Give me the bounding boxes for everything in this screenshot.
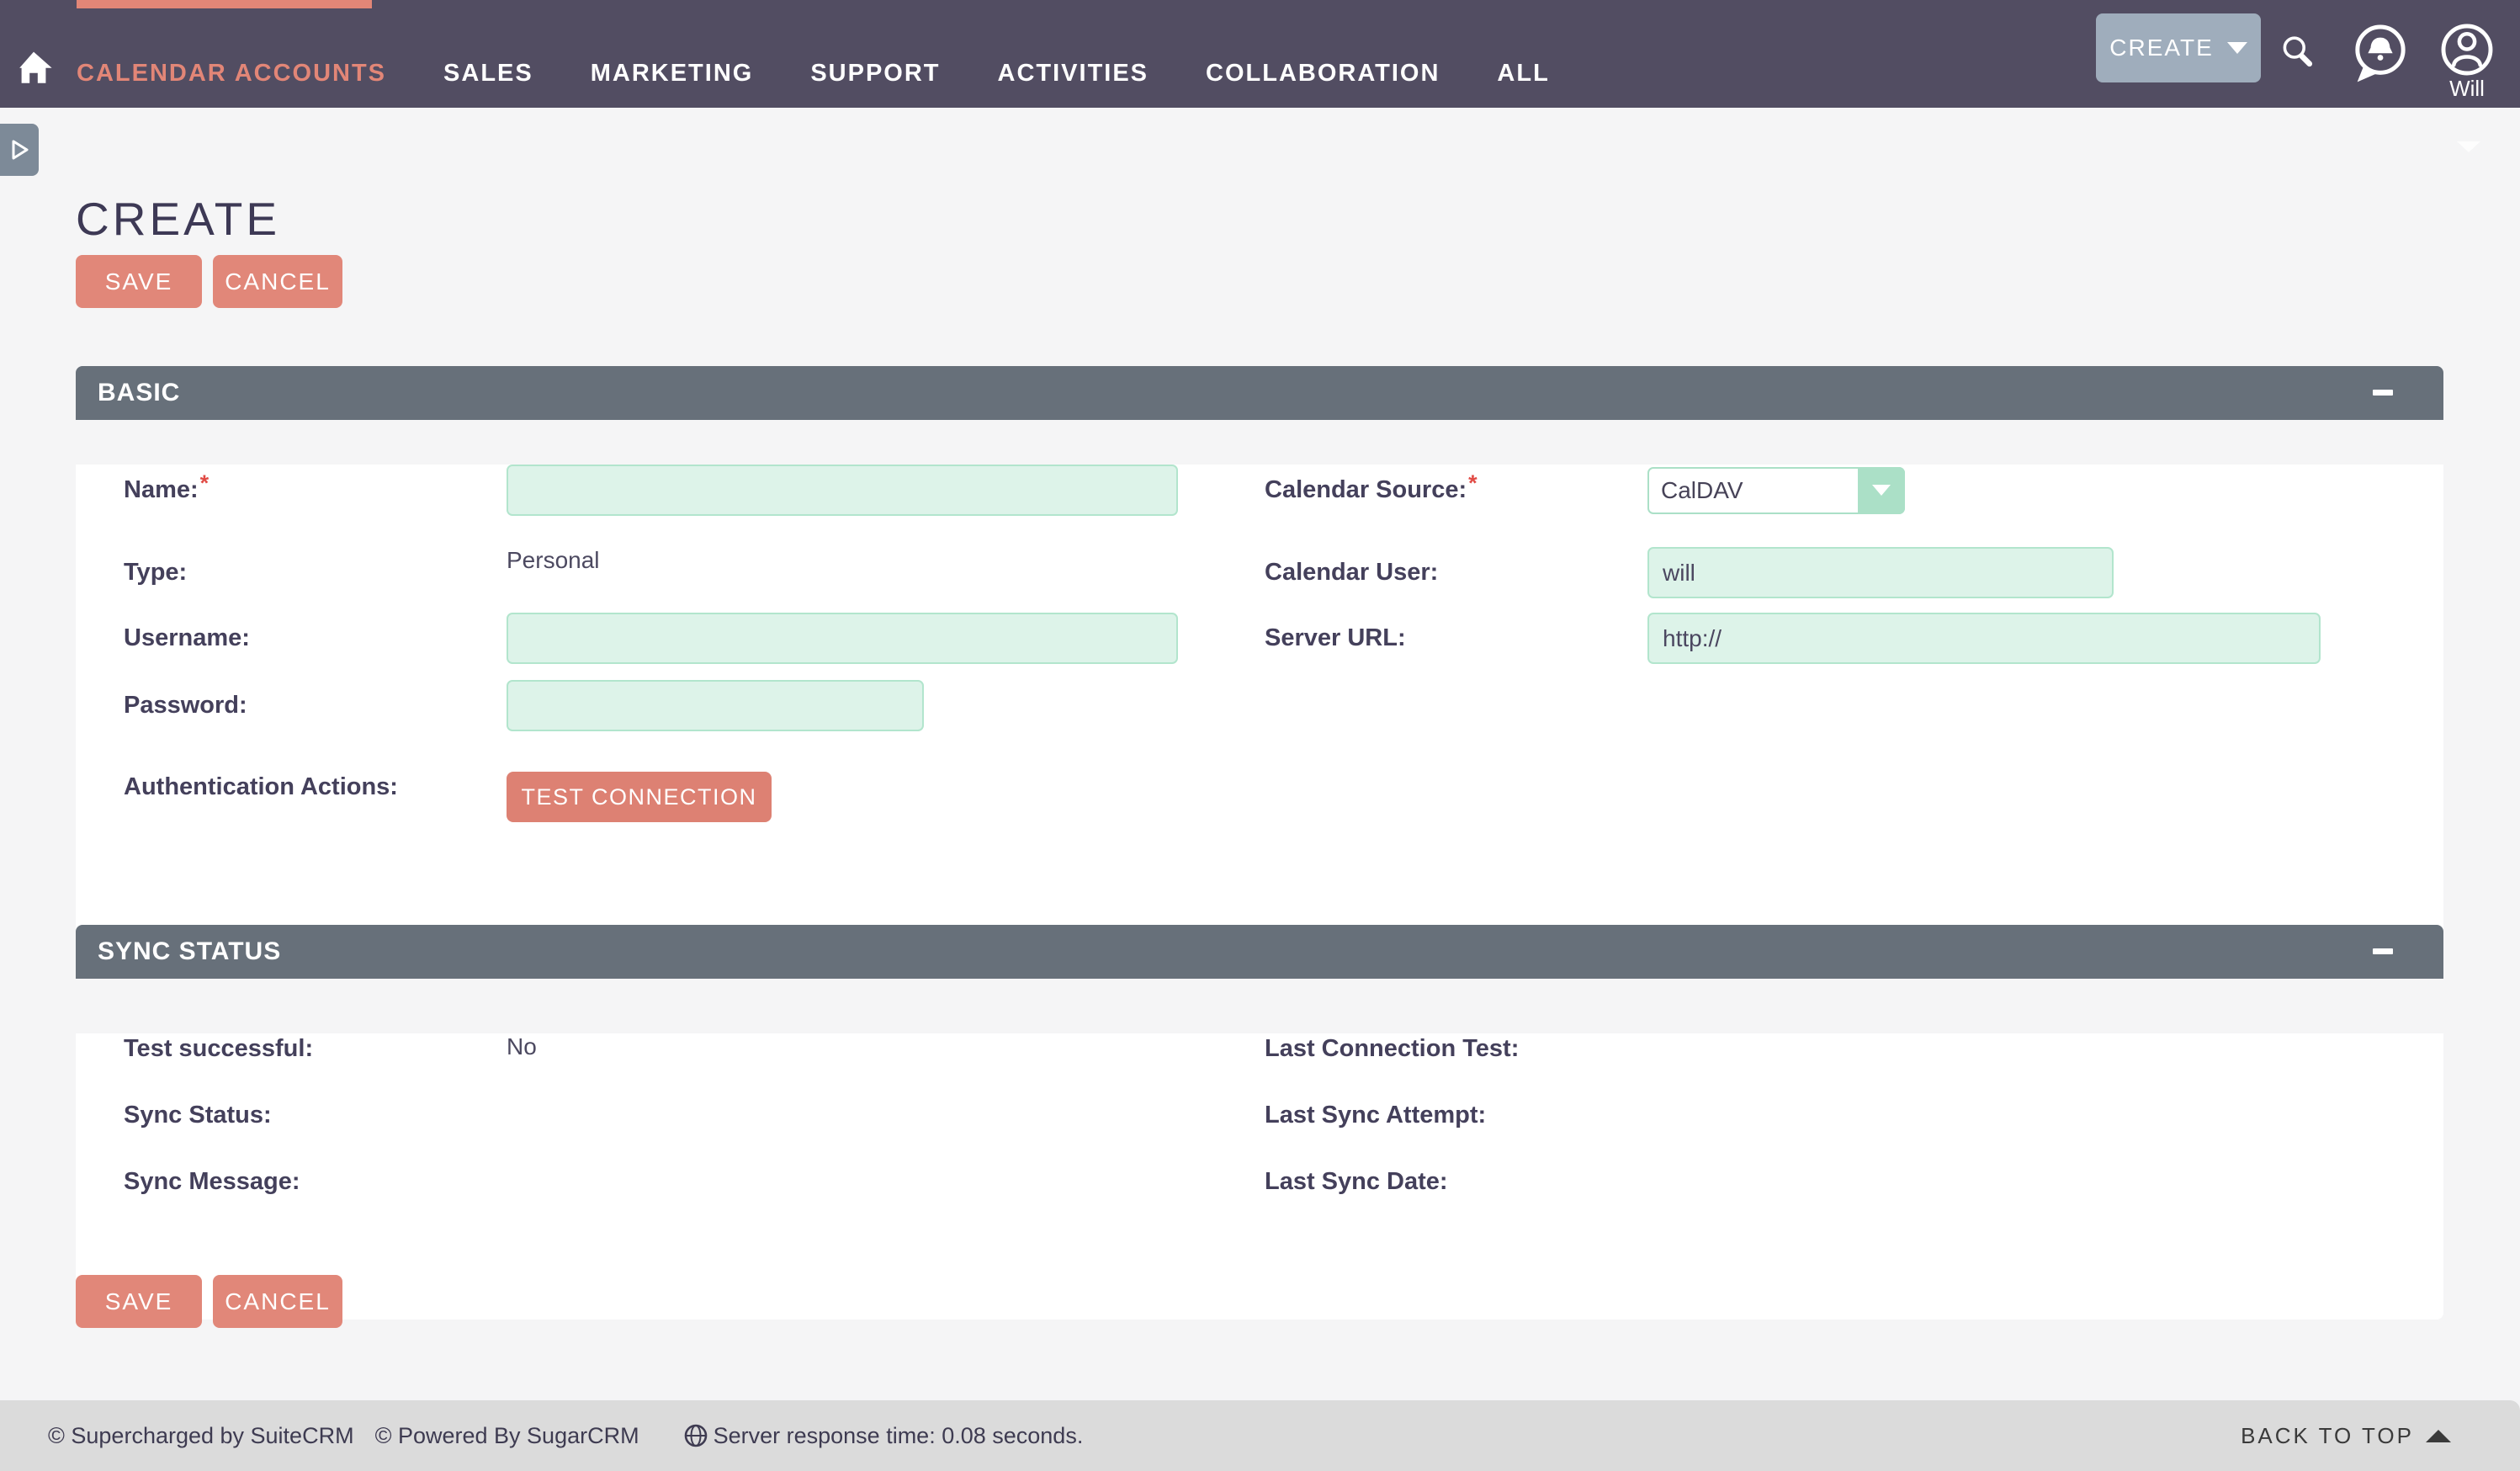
- form-row-name-source: Name:* Calendar Source:* CalDAV: [124, 465, 2443, 516]
- calendar-source-selected-value: CalDAV: [1661, 477, 1743, 504]
- nav-item-support[interactable]: SUPPORT: [810, 60, 940, 88]
- calendar-source-label: Calendar Source:*: [1265, 476, 1647, 504]
- cancel-button[interactable]: CANCEL: [213, 1275, 342, 1328]
- bottom-action-bar: SAVE CANCEL: [76, 1275, 342, 1328]
- search-button[interactable]: [2278, 32, 2318, 77]
- save-button[interactable]: SAVE: [76, 255, 202, 308]
- form-row-auth-actions: Authentication Actions: TEST CONNECTION: [124, 772, 2443, 823]
- sugarcrm-credit: © Powered By SugarCRM: [375, 1423, 639, 1449]
- server-url-input[interactable]: [1647, 613, 2321, 664]
- server-url-label: Server URL:: [1265, 624, 1647, 652]
- last-connection-test-label: Last Connection Test:: [1265, 1035, 1647, 1063]
- home-icon: [13, 47, 54, 91]
- calendar-source-label-text: Calendar Source:: [1265, 476, 1467, 503]
- password-label: Password:: [124, 692, 507, 720]
- nav-item-collaboration[interactable]: COLLABORATION: [1206, 60, 1440, 88]
- sync-status-label: Sync Status:: [124, 1102, 507, 1129]
- select-dropdown-button[interactable]: [1858, 467, 1905, 514]
- cancel-button[interactable]: CANCEL: [213, 255, 342, 308]
- notifications-button[interactable]: [2348, 20, 2412, 90]
- search-icon: [2278, 32, 2318, 72]
- form-row-password: Password:: [124, 680, 2443, 731]
- basic-panel-title: BASIC: [98, 379, 180, 407]
- basic-panel-body: Name:* Calendar Source:* CalDAV: [76, 465, 2443, 956]
- sync-row-message: Sync Message: Last Sync Date:: [124, 1166, 2443, 1197]
- last-sync-date-label: Last Sync Date:: [1265, 1168, 1647, 1196]
- footer-credits: © Supercharged by SuiteCRM © Powered By …: [48, 1423, 1083, 1449]
- sync-row-status: Sync Status: Last Sync Attempt:: [124, 1100, 2443, 1130]
- form-row-username-server: Username: Server URL:: [124, 613, 2443, 664]
- page-footer: © Supercharged by SuiteCRM © Powered By …: [0, 1400, 2520, 1471]
- suitecrm-credit: © Supercharged by SuiteCRM: [48, 1423, 354, 1449]
- collapse-page-chevron-icon[interactable]: [2457, 141, 2480, 152]
- password-input[interactable]: [507, 680, 924, 731]
- calendar-user-input[interactable]: [1647, 547, 2114, 598]
- notification-bell-icon: [2348, 20, 2412, 86]
- basic-panel-header[interactable]: BASIC: [76, 366, 2443, 420]
- test-successful-value: No: [507, 1033, 1265, 1060]
- back-to-top-link[interactable]: BACK TO TOP: [2241, 1423, 2451, 1449]
- sync-message-label: Sync Message:: [124, 1168, 507, 1196]
- user-menu-button[interactable]: [2438, 20, 2496, 83]
- form-row-type-caluser: Type: Personal Calendar User:: [124, 547, 2443, 598]
- auth-actions-label: Authentication Actions:: [124, 773, 507, 801]
- nav-item-sales[interactable]: SALES: [443, 60, 533, 88]
- main-menu: CALENDAR ACCOUNTS SALES MARKETING SUPPOR…: [77, 0, 1550, 108]
- sync-status-panel: SYNC STATUS Test successful: No Last Con…: [76, 925, 2443, 1320]
- current-user-name[interactable]: Will: [2433, 76, 2501, 102]
- top-action-bar: SAVE CANCEL: [76, 255, 342, 308]
- sync-status-panel-header[interactable]: SYNC STATUS: [76, 925, 2443, 979]
- chevron-down-icon: [2227, 42, 2247, 54]
- test-connection-button[interactable]: TEST CONNECTION: [507, 772, 772, 822]
- type-label: Type:: [124, 559, 507, 587]
- home-button[interactable]: [13, 47, 54, 91]
- calendar-source-select[interactable]: CalDAV: [1647, 467, 1905, 514]
- server-response-time: Server response time: 0.08 seconds.: [714, 1423, 1084, 1449]
- name-input[interactable]: [507, 465, 1178, 516]
- calendar-user-label: Calendar User:: [1265, 559, 1647, 587]
- back-to-top-label: BACK TO TOP: [2241, 1423, 2414, 1449]
- nav-item-activities[interactable]: ACTIVITIES: [998, 60, 1149, 88]
- chevron-up-icon: [2426, 1430, 2451, 1442]
- collapse-icon[interactable]: [2373, 948, 2393, 954]
- sync-row-test: Test successful: No Last Connection Test…: [124, 1033, 2443, 1064]
- type-value: Personal: [507, 547, 1265, 574]
- quick-create-label: CREATE: [2109, 35, 2214, 61]
- username-input[interactable]: [507, 613, 1178, 664]
- nav-item-all[interactable]: ALL: [1497, 60, 1549, 88]
- username-label: Username:: [124, 624, 507, 652]
- nav-item-calendar-accounts[interactable]: CALENDAR ACCOUNTS: [77, 60, 386, 88]
- chevron-down-icon: [1872, 485, 1891, 496]
- last-sync-attempt-label: Last Sync Attempt:: [1265, 1102, 1647, 1129]
- collapse-icon[interactable]: [2373, 390, 2393, 396]
- sidebar-expand-button[interactable]: [0, 124, 39, 176]
- required-marker: *: [1468, 470, 1478, 496]
- nav-item-marketing[interactable]: MARKETING: [591, 60, 754, 88]
- sync-status-panel-title: SYNC STATUS: [98, 937, 281, 966]
- name-label: Name:*: [124, 476, 507, 504]
- save-button[interactable]: SAVE: [76, 1275, 202, 1328]
- globe-icon: [683, 1423, 708, 1448]
- calendar-accounts-create-page: CALENDAR ACCOUNTS SALES MARKETING SUPPOR…: [0, 0, 2520, 1471]
- page-title: CREATE: [76, 192, 280, 246]
- user-avatar-icon: [2438, 20, 2496, 79]
- sync-status-panel-body: Test successful: No Last Connection Test…: [76, 1033, 2443, 1320]
- test-successful-label: Test successful:: [124, 1035, 507, 1063]
- quick-create-button[interactable]: CREATE: [2096, 13, 2261, 82]
- name-label-text: Name:: [124, 476, 199, 503]
- sidebar-expand-icon: [8, 138, 31, 162]
- top-navbar: CALENDAR ACCOUNTS SALES MARKETING SUPPOR…: [0, 0, 2520, 108]
- required-marker: *: [200, 470, 210, 496]
- basic-panel: BASIC Name:* Calendar Source:* CalDAV: [76, 366, 2443, 956]
